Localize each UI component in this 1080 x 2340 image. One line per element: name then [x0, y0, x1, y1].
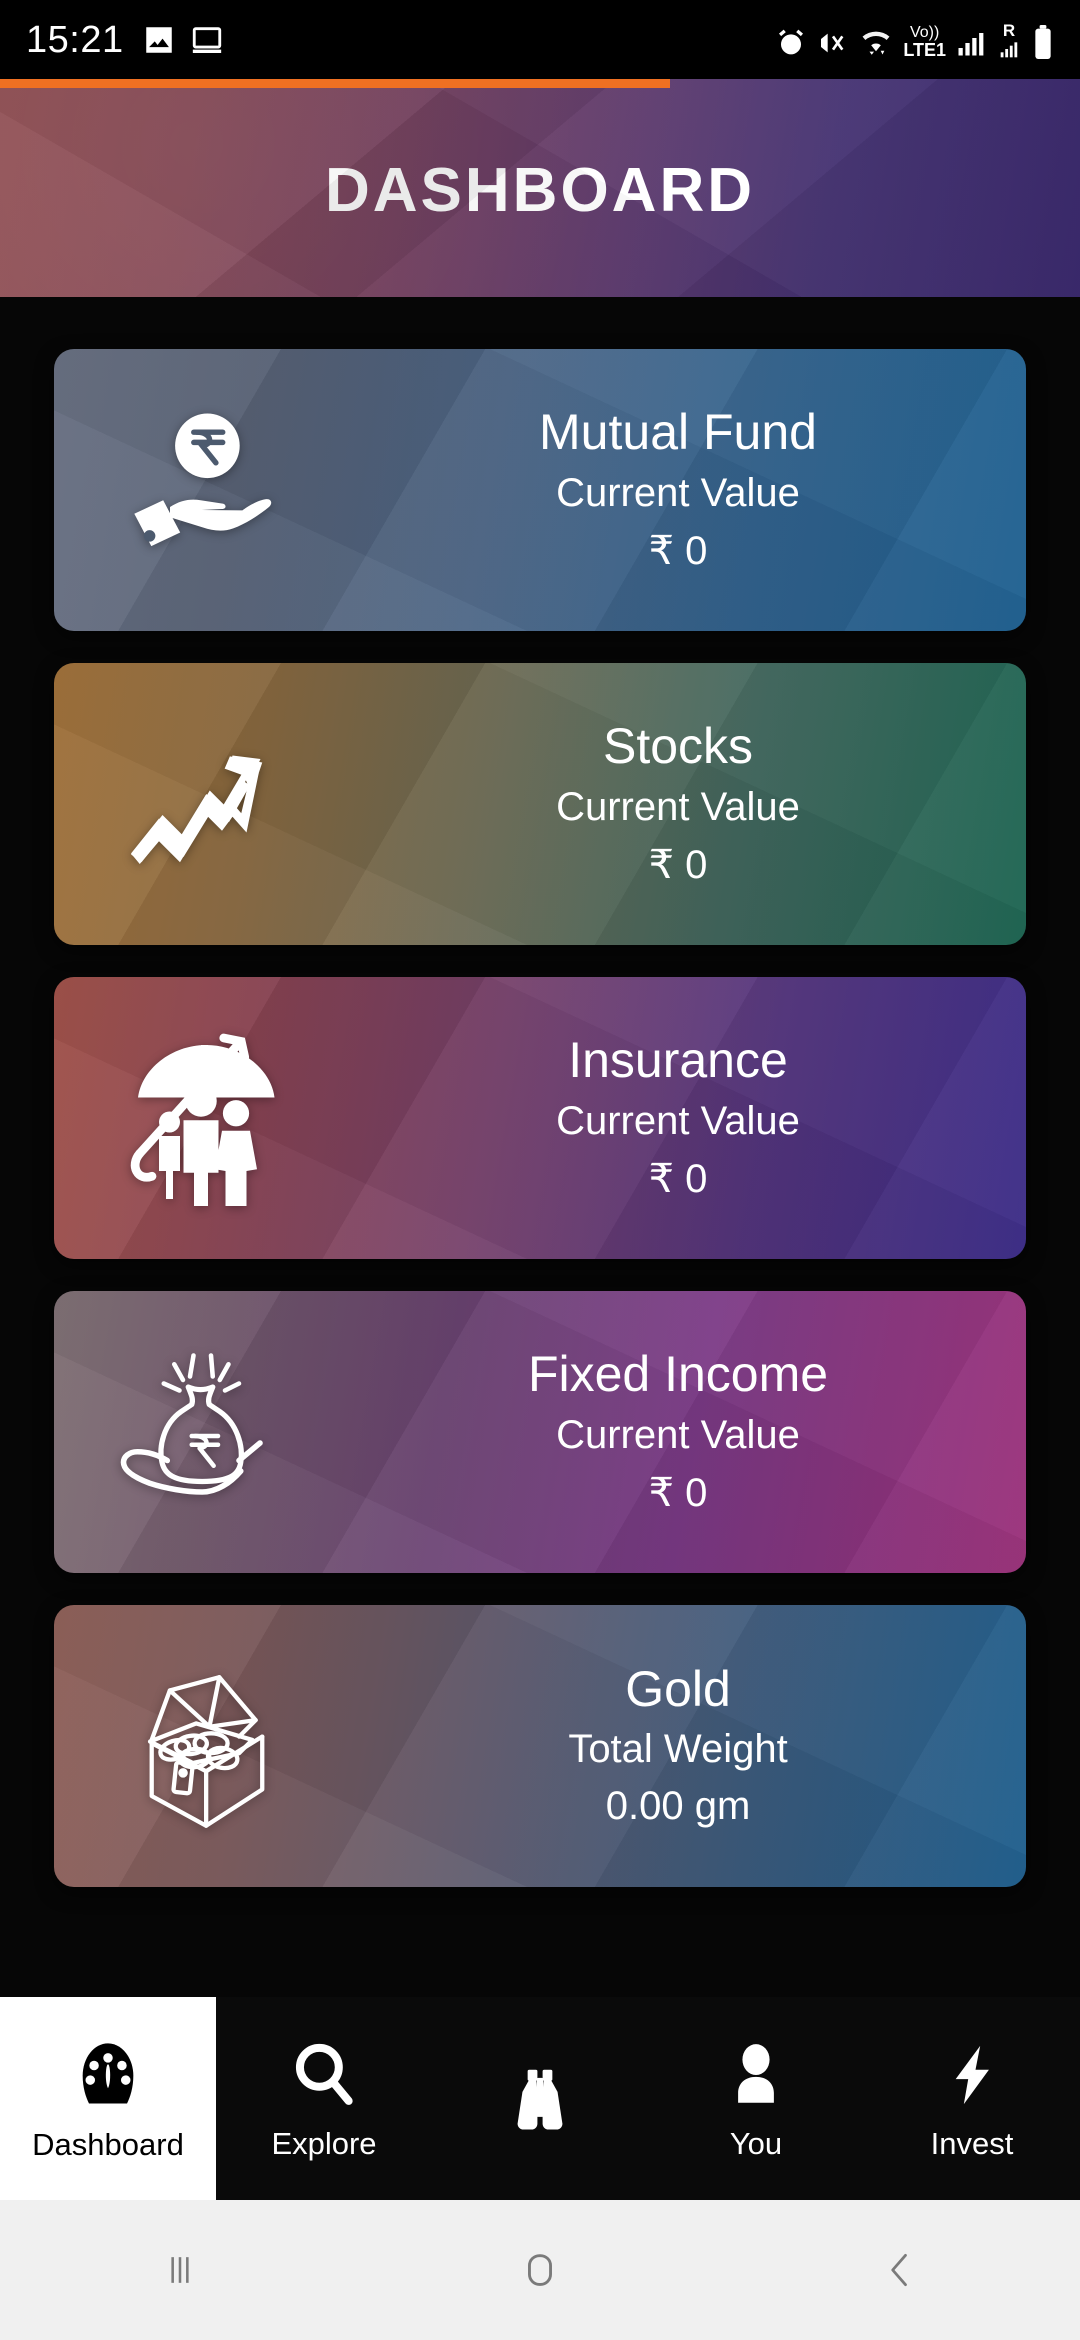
lightning-bolt-icon [937, 2038, 1007, 2112]
card-text: Fixed Income Current Value ₹ 0 [354, 1348, 1026, 1516]
signal-icon [958, 32, 984, 55]
screen-icon [192, 27, 221, 54]
binoculars-icon [501, 2060, 579, 2138]
status-bar: 15:21 Vo)) LTE1 R [0, 0, 1080, 80]
app-header: DASHBOARD [0, 79, 1080, 297]
status-bar-right-icons: Vo)) LTE1 R [775, 22, 1054, 59]
card-gold[interactable]: Gold Total Weight 0.00 gm [54, 1605, 1026, 1887]
card-value-label: Current Value [556, 784, 800, 829]
card-value: 0.00 gm [605, 1784, 751, 1829]
card-title: Stocks [602, 718, 754, 775]
card-text: Stocks Current Value ₹ 0 [354, 720, 1026, 888]
alarm-icon [779, 29, 804, 54]
card-insurance[interactable]: Insurance Current Value ₹ 0 [54, 977, 1026, 1259]
tab-label: Invest [930, 2126, 1014, 2161]
card-text: Gold Total Weight 0.00 gm [354, 1663, 1026, 1830]
tab-dashboard[interactable]: Dashboard [0, 1997, 216, 2200]
card-value-label: Total Weight [568, 1727, 788, 1772]
tab-label: You [729, 2126, 783, 2161]
volte-icon: Vo)) LTE1 [903, 23, 946, 60]
card-title: Mutual Fund [539, 404, 817, 461]
android-navigation-bar [0, 2200, 1080, 2340]
money-bag-hand-icon [54, 1291, 354, 1573]
card-stocks[interactable]: Stocks Current Value ₹ 0 [54, 663, 1026, 945]
tab-invest[interactable]: Invest [864, 1997, 1080, 2200]
roaming-signal-icon: R [996, 22, 1022, 59]
bottom-tab-bar: Dashboard Explore You Invest [0, 1997, 1080, 2200]
trending-up-arrow-icon [54, 663, 354, 945]
hand-rupee-coin-icon [54, 349, 354, 631]
card-value: ₹ 0 [648, 1470, 708, 1515]
recents-icon [171, 2257, 189, 2283]
umbrella-family-icon [54, 977, 354, 1259]
wifi-icon [862, 31, 890, 55]
speedometer-icon [70, 2037, 146, 2113]
card-value: ₹ 0 [648, 528, 708, 573]
card-value-label: Current Value [556, 470, 800, 515]
image-icon [145, 27, 172, 53]
card-value: ₹ 0 [648, 1156, 708, 1201]
back-icon [891, 2253, 907, 2287]
page-progress-fill [0, 79, 670, 88]
card-fixed-income[interactable]: Fixed Income Current Value ₹ 0 [54, 1291, 1026, 1573]
person-icon [719, 2038, 793, 2112]
card-title: Fixed Income [527, 1346, 829, 1403]
card-text: Mutual Fund Current Value ₹ 0 [354, 406, 1026, 574]
dashboard-content: Mutual Fund Current Value ₹ 0 Stocks Cur… [0, 297, 1080, 1997]
home-icon [528, 2254, 552, 2286]
tab-discover[interactable] [432, 1997, 648, 2200]
vibrate-icon [821, 33, 844, 52]
search-icon [287, 2038, 361, 2112]
treasure-chest-coins-icon [54, 1605, 354, 1887]
status-bar-clock: 15:21 [26, 18, 124, 61]
battery-icon [1035, 24, 1051, 59]
card-title: Insurance [568, 1032, 788, 1089]
back-button[interactable] [820, 2200, 980, 2340]
card-value-label: Current Value [556, 1098, 800, 1143]
card-mutual-fund[interactable]: Mutual Fund Current Value ₹ 0 [54, 349, 1026, 631]
card-value: ₹ 0 [648, 842, 708, 887]
card-title: Gold [625, 1660, 731, 1717]
tab-explore[interactable]: Explore [216, 1997, 432, 2200]
recents-button[interactable] [100, 2200, 260, 2340]
card-value-label: Current Value [556, 1412, 800, 1457]
card-text: Insurance Current Value ₹ 0 [354, 1034, 1026, 1202]
tab-label: Explore [271, 2126, 377, 2161]
page-progress-bar [0, 79, 1080, 88]
status-bar-left-icons [142, 23, 224, 57]
page-title: DASHBOARD [325, 156, 755, 225]
tab-label: Dashboard [32, 2127, 184, 2162]
home-button[interactable] [460, 2200, 620, 2340]
tab-you[interactable]: You [648, 1997, 864, 2200]
